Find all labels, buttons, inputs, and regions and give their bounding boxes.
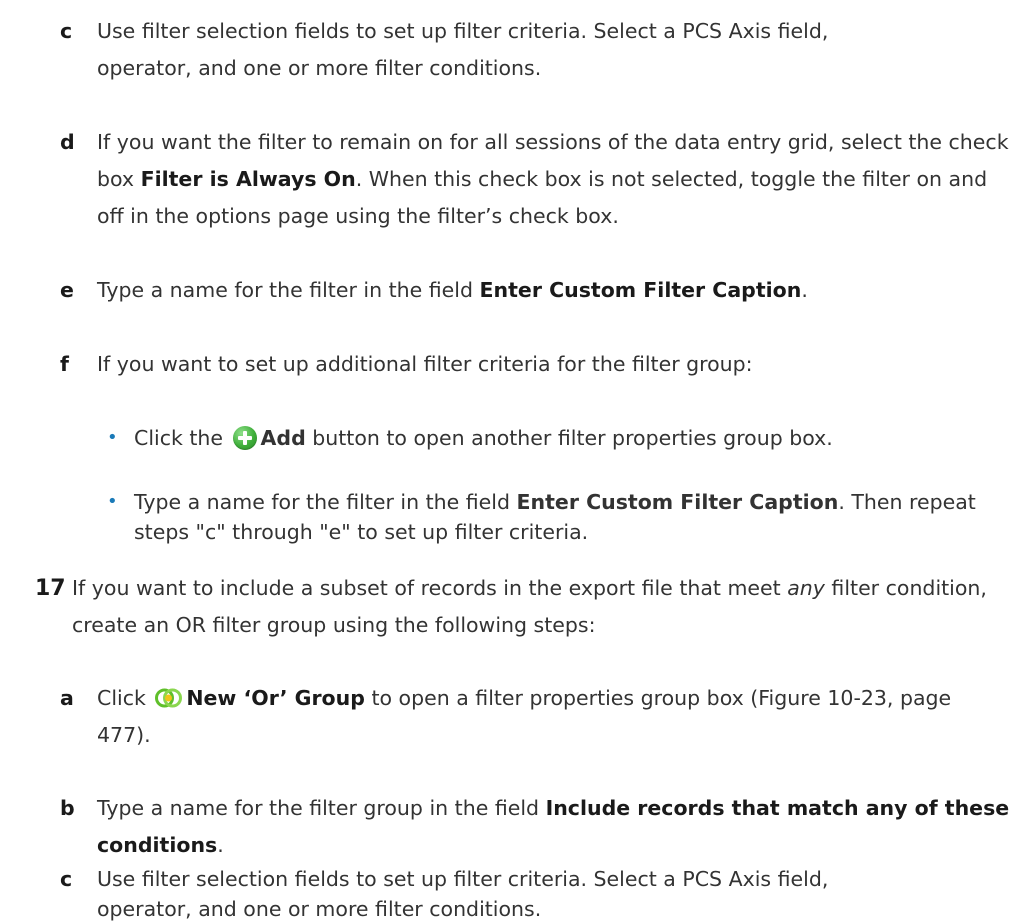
- bullet-icon: •: [107, 427, 118, 448]
- ui-term: New ‘Or’ Group: [186, 686, 365, 710]
- step-text-line: operator, and one or more filter conditi…: [97, 56, 542, 80]
- bullet-item: • Type a name for the filter in the fiel…: [107, 487, 1007, 547]
- step-text: Click New ‘Or’ Group to open a filter pr…: [97, 686, 952, 747]
- step-label: d: [60, 130, 75, 154]
- step-label: f: [60, 352, 69, 376]
- step-text-line: Use filter selection fields to set up fi…: [97, 19, 829, 43]
- step-text: If you want to set up additional filter …: [97, 352, 753, 376]
- step-label: e: [60, 278, 74, 302]
- step-17a: a Click New ‘Or’ Group to open a filter …: [60, 680, 1010, 754]
- ui-term: Enter Custom Filter Caption: [479, 278, 802, 302]
- step-e: e Type a name for the filter in the fiel…: [60, 272, 1010, 309]
- step-c: c Use filter selection fields to set up …: [60, 13, 1010, 87]
- step-17c: c Use filter selection fields to set up …: [60, 864, 1010, 924]
- step-label: b: [60, 796, 75, 820]
- step-f: f If you want to set up additional filte…: [60, 346, 1010, 383]
- step-text: If you want the filter to remain on for …: [97, 130, 1009, 228]
- bullet-item: • Click the Add button to open another f…: [107, 423, 1007, 453]
- step-d: d If you want the filter to remain on fo…: [60, 124, 1010, 235]
- step-number: 17: [35, 576, 66, 601]
- step-text: If you want to include a subset of recor…: [72, 576, 987, 637]
- or-group-icon: [155, 688, 183, 708]
- step-17: 17 If you want to include a subset of re…: [35, 570, 1010, 644]
- step-text-line: Use filter selection fields to set up fi…: [97, 867, 829, 891]
- step-label: a: [60, 686, 74, 710]
- ui-term: Filter is Always On: [140, 167, 356, 191]
- bullet-icon: •: [107, 491, 118, 512]
- step-text-line: operator, and one or more filter conditi…: [97, 897, 542, 921]
- add-icon: [232, 426, 257, 450]
- step-label: c: [60, 19, 73, 43]
- step-label: c: [60, 867, 73, 891]
- step-text: Type a name for the filter in the field …: [97, 278, 808, 302]
- step-text: Type a name for the filter group in the …: [97, 796, 1010, 857]
- step-17b: b Type a name for the filter group in th…: [60, 790, 1010, 864]
- ui-term: Enter Custom Filter Caption: [516, 490, 839, 514]
- ui-term: Add: [260, 426, 306, 450]
